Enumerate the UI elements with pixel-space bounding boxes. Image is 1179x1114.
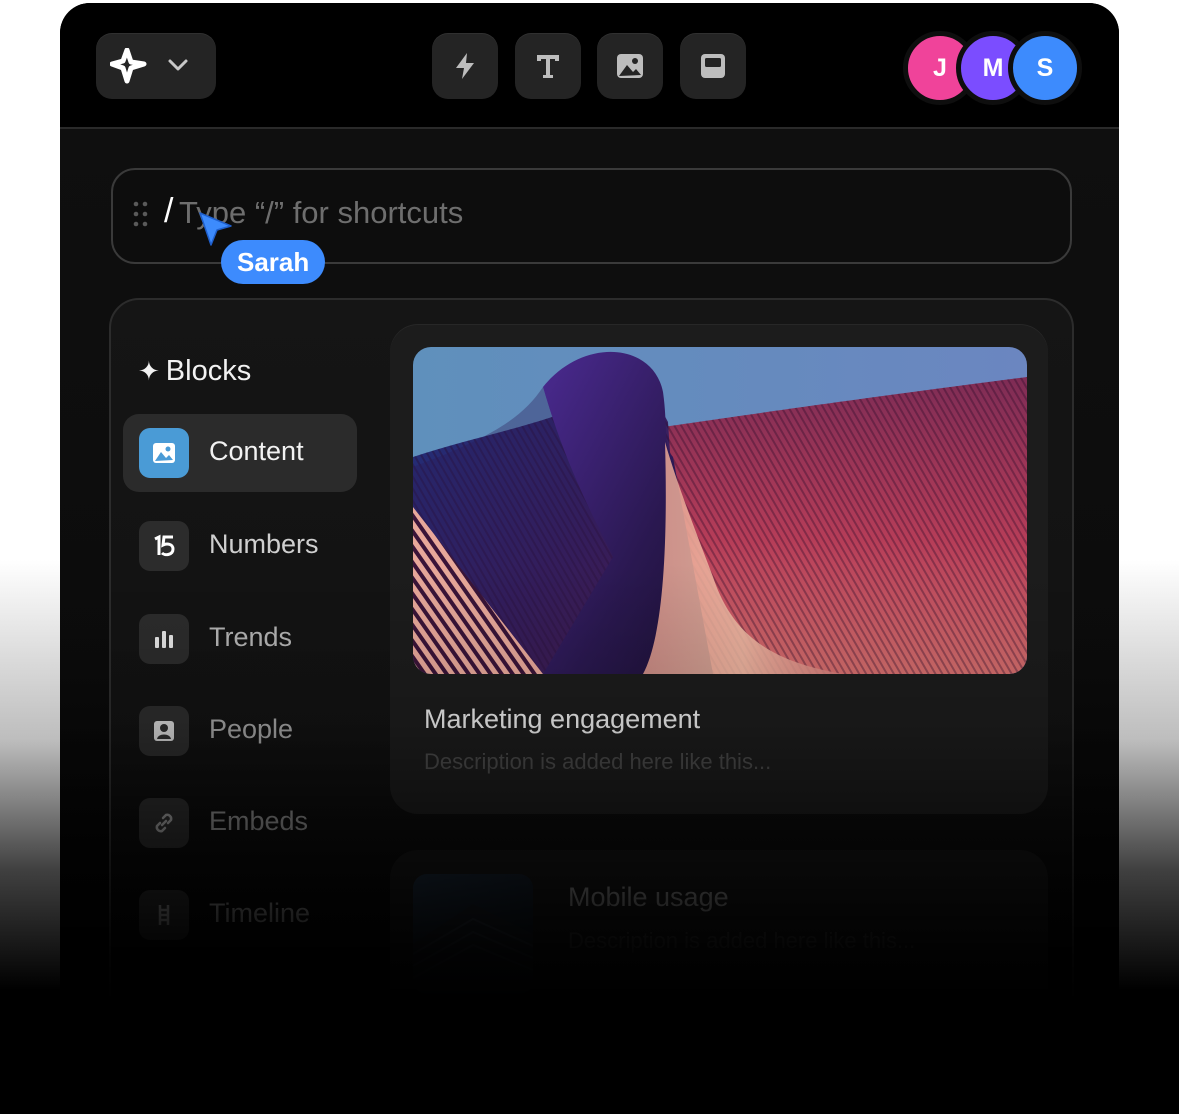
card-title: Marketing engagement bbox=[424, 704, 701, 734]
text-icon bbox=[537, 55, 559, 78]
image-icon bbox=[617, 54, 643, 78]
layout-button[interactable] bbox=[680, 33, 746, 99]
image-icon bbox=[139, 428, 189, 478]
card-thumbnail bbox=[413, 874, 533, 994]
avatar-initial: S bbox=[1036, 53, 1054, 82]
sidebar-item-trends[interactable]: Trends bbox=[123, 600, 357, 678]
collaborator-cursor-label: Sarah bbox=[221, 240, 326, 284]
chevron-down-icon bbox=[168, 59, 188, 71]
lightning-icon bbox=[456, 53, 474, 79]
sidebar-item-label: Numbers bbox=[209, 529, 319, 559]
sidebar-item-label: Timeline bbox=[209, 898, 311, 928]
timeline-icon bbox=[139, 890, 189, 940]
card-title: Mobile usage bbox=[568, 882, 729, 912]
image-button[interactable] bbox=[597, 33, 663, 99]
avatar-initial: J bbox=[933, 53, 947, 82]
content-card[interactable]: Marketing engagement Description is adde… bbox=[390, 324, 1048, 814]
workspace-menu-button[interactable] bbox=[96, 33, 216, 99]
person-icon bbox=[139, 706, 189, 756]
sidebar-item-label: Trends bbox=[209, 622, 293, 652]
sidebar-item-content[interactable]: Content bbox=[123, 414, 357, 492]
avatar[interactable]: S bbox=[1008, 31, 1082, 105]
number-15-icon bbox=[139, 521, 189, 571]
sidebar-item-label: Content bbox=[209, 436, 304, 466]
card-description: Description is added here like this... bbox=[568, 928, 916, 953]
layout-icon bbox=[701, 54, 725, 78]
sidebar-item-numbers[interactable]: Numbers bbox=[123, 507, 357, 585]
sidebar-item-label: Embeds bbox=[209, 806, 309, 836]
content-card[interactable]: Mobile usage Description is added here l… bbox=[390, 850, 1048, 1080]
quick-action-button[interactable] bbox=[432, 33, 498, 99]
sidebar-item-label: People bbox=[209, 714, 294, 744]
typed-text: / bbox=[164, 192, 174, 230]
text-button[interactable] bbox=[515, 33, 581, 99]
sparkle-icon: ✦ bbox=[138, 356, 160, 386]
sidebar-item-embeds[interactable]: Embeds bbox=[123, 784, 357, 862]
avatar-initial: M bbox=[982, 53, 1004, 82]
card-image bbox=[413, 347, 1027, 674]
bar-chart-icon bbox=[139, 614, 189, 664]
sparkle-icon bbox=[110, 48, 147, 84]
app-window: J M S / Type “/” for shortcuts ✦Blocks bbox=[60, 3, 1119, 1114]
blocks-heading: ✦ Blocks bbox=[138, 355, 252, 387]
drag-handle-icon[interactable] bbox=[131, 200, 151, 230]
link-icon bbox=[139, 798, 189, 848]
sidebar-item-timeline[interactable]: Timeline bbox=[123, 876, 357, 954]
sidebar-item-people[interactable]: People bbox=[123, 692, 357, 770]
collaborator-cursor-icon bbox=[199, 212, 232, 246]
card-description: Description is added here like this... bbox=[424, 749, 772, 774]
top-toolbar: J M S bbox=[60, 3, 1119, 129]
